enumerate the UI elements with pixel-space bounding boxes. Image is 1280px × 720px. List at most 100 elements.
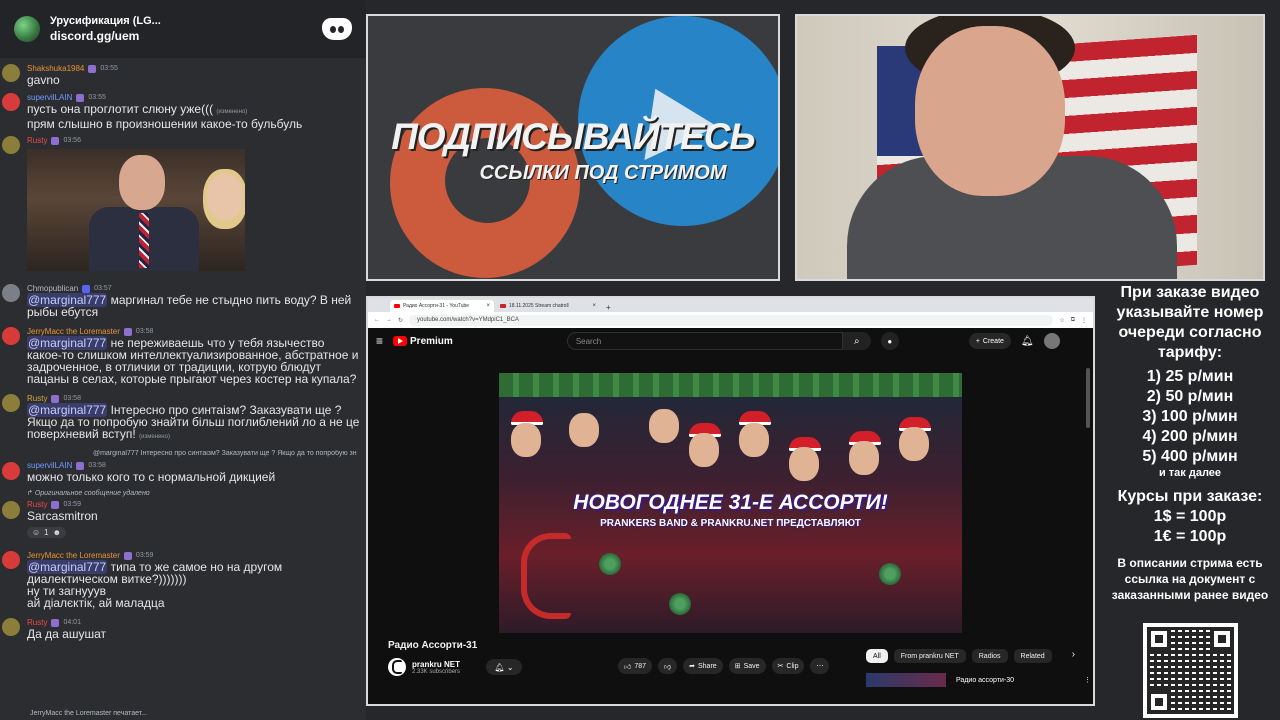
promo-subtitle: ССЫЛКИ ПОД СТРИМОМ	[479, 162, 727, 184]
timestamp: 03:59	[135, 552, 154, 559]
search-icon[interactable]: ⌕	[842, 332, 871, 350]
browser-tab-youtube[interactable]: Радио Ассорти-31 - YouTube ×	[390, 300, 494, 312]
emoji-icon: ☺	[32, 528, 41, 537]
role-badge-icon	[76, 93, 85, 102]
recommended-title[interactable]: Радио ассорти-30	[956, 677, 1014, 684]
author-name[interactable]: supervilLAIN	[27, 461, 72, 470]
timestamp: 03:57	[94, 285, 112, 292]
stream-layout: Урусификация (LG... discord.gg/uem Shaks…	[0, 0, 1280, 720]
order-info-panel: При заказе видео указывайте номер очеред…	[1100, 283, 1280, 603]
rate-item: 1$ = 100р	[1153, 508, 1227, 525]
timestamp: 03:59	[63, 501, 81, 508]
avatar	[2, 394, 20, 412]
author-name[interactable]: JerryMacc the Loremaster	[27, 551, 120, 560]
discord-chat-panel: Урусификация (LG... discord.gg/uem Shaks…	[0, 0, 366, 720]
thumbs-down-icon: 👎︎	[664, 663, 672, 671]
search-input[interactable]: Search	[566, 332, 843, 350]
chat-message: ↱ Оригинальное сообщение удалено Rusty 03…	[0, 489, 366, 540]
reload-icon[interactable]: ↻	[398, 317, 403, 324]
qr-code	[1143, 623, 1238, 718]
scissors-icon: ✂	[777, 663, 784, 670]
browser-tab-stream[interactable]: 18.11.2025 Stream chatroll ×	[496, 300, 600, 312]
chip-related[interactable]: Related	[1013, 649, 1052, 663]
share-button[interactable]: ➦ Share	[683, 658, 723, 674]
channel-row: prankru NET 2.33K subscribers 🔔︎ ⌄	[388, 658, 523, 676]
chat-message: JerryMacc the Loremaster 03:58 @marginal7…	[0, 326, 366, 385]
price-etc: и так далее	[1158, 467, 1222, 479]
chat-message: Rusty 04:01 Да да ашушат	[0, 617, 366, 640]
author-name[interactable]: Rusty	[27, 500, 47, 509]
youtube-logo-text: Premium	[410, 335, 453, 347]
server-name: Урусификация (LG...	[50, 15, 161, 27]
message-text: Sarcasmitron	[27, 509, 98, 523]
role-badge-icon	[123, 327, 132, 336]
like-button[interactable]: 👍︎ 787	[618, 658, 653, 674]
youtube-logo[interactable]: Premium	[393, 336, 453, 347]
extensions-icon[interactable]: ⧉	[1071, 317, 1075, 324]
back-icon[interactable]: ←	[374, 317, 380, 323]
stream-favicon-icon	[500, 304, 506, 308]
chip-from-channel[interactable]: From prankru NET	[893, 649, 966, 663]
server-invite-link[interactable]: discord.gg/uem	[50, 29, 312, 43]
channel-name[interactable]: prankru NET	[412, 660, 460, 669]
close-tab-icon[interactable]: ×	[592, 303, 596, 309]
avatar	[2, 501, 20, 519]
close-tab-icon[interactable]: ×	[486, 303, 490, 309]
message-reaction[interactable]: ☺ 1 ☻	[27, 527, 67, 538]
reply-preview[interactable]: @marginal777 Інтересно про синтаізм? Зак…	[27, 450, 360, 460]
video-player[interactable]: НОВОГОДНЕЕ 31-Е АССОРТИ! PRANKERS BAND &…	[499, 373, 962, 633]
rate-item: 1€ = 100р	[1153, 528, 1227, 545]
plus-icon: +	[975, 337, 980, 345]
timestamp: 03:55	[100, 65, 118, 72]
attached-image[interactable]	[27, 149, 245, 271]
clip-button[interactable]: ✂ Clip	[771, 658, 805, 674]
author-name[interactable]: Rusty	[27, 394, 47, 403]
new-tab-icon[interactable]: +	[602, 303, 615, 312]
more-actions-button[interactable]: ⋯	[810, 658, 830, 674]
chevron-right-icon[interactable]: ›	[1072, 649, 1075, 663]
clip-label: Clip	[786, 662, 799, 670]
dislike-button[interactable]: 👎︎	[658, 658, 678, 674]
tab-title: 18.11.2025 Stream chatroll	[509, 303, 569, 309]
menu-icon[interactable]: ≡	[376, 334, 383, 348]
avatar	[2, 551, 20, 569]
role-badge-icon	[123, 551, 132, 560]
price-item: 5) 400 р/мин	[1142, 448, 1238, 465]
account-avatar[interactable]	[1043, 333, 1060, 349]
chip-radios[interactable]: Radios	[971, 649, 1008, 663]
channel-avatar[interactable]	[388, 658, 406, 676]
subscribe-bell-button[interactable]: 🔔︎ ⌄	[486, 659, 523, 675]
webcam-feed	[795, 14, 1265, 281]
forward-icon[interactable]: →	[386, 317, 392, 323]
reaction-count: 1	[44, 528, 49, 537]
author-name[interactable]: Rusty	[27, 618, 47, 627]
add-reaction-icon[interactable]: ☻	[53, 528, 61, 537]
create-button[interactable]: + Create	[968, 333, 1011, 349]
more-options-icon[interactable]: ⋮	[1084, 676, 1091, 684]
promo-title: ПОДПИСЫВАЙТЕСЬ	[391, 116, 755, 157]
browser-menu-icon[interactable]: ⋮	[1081, 317, 1087, 324]
chat-message: Shakshuka1984 03:55 gavno	[0, 63, 366, 86]
message-text: пусть она проглотит слюну уже(((	[27, 102, 214, 116]
chip-all[interactable]: All	[866, 649, 888, 663]
recommended-thumbnail[interactable]	[866, 673, 946, 687]
author-name[interactable]: Chmopublican	[27, 284, 78, 293]
server-icon	[14, 16, 40, 42]
recommended-video[interactable]: Радио ассорти-30 ⋮	[866, 673, 1091, 687]
recommendation-chips: All From prankru NET Radios Related ›	[866, 649, 1075, 663]
notifications-bell-icon[interactable]: 🔔︎	[1021, 336, 1034, 347]
order-instructions: При заказе видео указывайте номер очеред…	[1116, 284, 1264, 361]
message-text: прям слышно в произношении какое-то буль…	[27, 117, 303, 131]
save-button[interactable]: ⊞ Save	[728, 658, 766, 674]
rates-title: Курсы при заказе:	[1117, 488, 1263, 505]
bookmark-star-icon[interactable]: ☆	[1059, 317, 1064, 324]
avatar	[2, 284, 20, 302]
url-field[interactable]: youtube.com/watch?v=YMdpiC1_BCA	[409, 314, 1054, 326]
author-name[interactable]: Shakshuka1984	[27, 64, 84, 73]
timestamp: 03:58	[63, 395, 81, 402]
author-name[interactable]: supervilLAIN	[27, 93, 72, 102]
author-name[interactable]: Rusty	[27, 136, 47, 145]
scrollbar[interactable]	[1086, 368, 1090, 428]
author-name[interactable]: JerryMacc the Loremaster	[27, 327, 120, 336]
microphone-icon[interactable]: ●	[880, 332, 899, 350]
